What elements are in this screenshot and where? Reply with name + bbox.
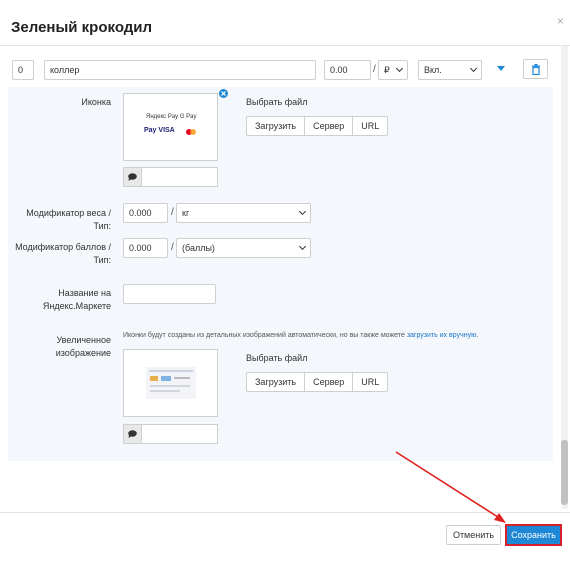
chevron-down-icon bbox=[298, 242, 307, 251]
icon-upload-group: Загрузить Сервер URL bbox=[246, 116, 389, 136]
enlarged-image-label-line: Увеличенное bbox=[56, 335, 111, 345]
status-select[interactable]: Вкл. bbox=[418, 60, 482, 80]
yandex-name-label: Название на Яндекс.Маркете bbox=[10, 287, 111, 313]
icon-alt-input[interactable] bbox=[123, 167, 218, 187]
upload-manually-link[interactable]: загрузить их вручную bbox=[407, 332, 477, 339]
points-modifier-input[interactable]: 0.000 bbox=[123, 238, 168, 258]
points-modifier-label-line: Модификатор баллов / bbox=[15, 242, 111, 252]
choose-file-title: Выбрать файл bbox=[246, 353, 308, 363]
status-value: Вкл. bbox=[424, 65, 442, 75]
yandex-name-label-line: Название на bbox=[58, 288, 111, 298]
url-button[interactable]: URL bbox=[353, 373, 387, 391]
chevron-down-icon bbox=[395, 64, 404, 73]
url-button[interactable]: URL bbox=[353, 117, 387, 135]
caret-down-icon[interactable] bbox=[497, 66, 505, 72]
mastercard-icon bbox=[190, 129, 196, 135]
weight-type-value: кг bbox=[182, 208, 190, 218]
separator: / bbox=[171, 207, 174, 218]
weight-type-select[interactable]: кг bbox=[176, 203, 311, 223]
position-input[interactable]: 0 bbox=[12, 60, 34, 80]
upload-button[interactable]: Загрузить bbox=[247, 117, 306, 135]
image-caption: Pay VISA bbox=[144, 127, 175, 134]
icon-image: Яндекс Pay G Pay Pay VISA bbox=[123, 93, 218, 161]
note-end: . bbox=[476, 332, 479, 339]
comment-icon bbox=[124, 425, 142, 443]
enlarged-image bbox=[123, 349, 218, 417]
image-caption: Яндекс Pay G Pay bbox=[146, 114, 197, 120]
points-modifier-label: Модификатор баллов / Тип: bbox=[10, 241, 111, 267]
comment-icon bbox=[124, 168, 142, 186]
enlarged-upload-group: Загрузить Сервер URL bbox=[246, 372, 389, 392]
points-type-value: (баллы) bbox=[182, 243, 215, 253]
points-modifier-label-line: Тип: bbox=[93, 255, 111, 265]
server-button[interactable]: Сервер bbox=[305, 373, 354, 391]
footer-divider bbox=[0, 512, 570, 513]
weight-modifier-label: Модификатор веса / Тип: bbox=[26, 208, 111, 231]
yandex-name-input[interactable] bbox=[123, 284, 216, 304]
server-button[interactable]: Сервер bbox=[305, 117, 354, 135]
trash-icon bbox=[531, 63, 540, 75]
icon-label: Иконка bbox=[81, 97, 111, 107]
remove-image-icon[interactable] bbox=[219, 89, 228, 98]
enlarged-alt-input[interactable] bbox=[123, 424, 218, 444]
scrollbar-thumb[interactable] bbox=[561, 440, 568, 505]
cancel-button[interactable]: Отменить bbox=[446, 525, 501, 545]
yandex-name-label-line: Яндекс.Маркете bbox=[42, 301, 111, 311]
header-divider bbox=[0, 45, 570, 46]
save-button[interactable]: Сохранить bbox=[505, 524, 562, 546]
points-type-select[interactable]: (баллы) bbox=[176, 238, 311, 258]
enlarged-image-label: Увеличенное изображение bbox=[10, 334, 111, 360]
delete-button[interactable] bbox=[523, 59, 548, 79]
choose-file-title: Выбрать файл bbox=[246, 97, 308, 107]
image-thumbnail bbox=[146, 367, 196, 399]
note-text: Иконки будут созданы из детальных изобра… bbox=[123, 332, 407, 339]
chevron-down-icon bbox=[298, 207, 307, 216]
currency-select[interactable]: ₽ bbox=[378, 60, 408, 80]
price-input[interactable]: 0.00 bbox=[324, 60, 371, 80]
dialog-title: Зеленый крокодил bbox=[11, 19, 153, 36]
currency-value: ₽ bbox=[384, 65, 390, 75]
auto-icons-note: Иконки будут созданы из детальных изобра… bbox=[123, 332, 478, 339]
weight-modifier-input[interactable]: 0.000 bbox=[123, 203, 168, 223]
upload-button[interactable]: Загрузить bbox=[247, 373, 306, 391]
enlarged-image-label-line: изображение bbox=[55, 348, 111, 358]
option-name-input[interactable]: коллер bbox=[44, 60, 316, 80]
option-edit-dialog: Зеленый крокодил × 0 коллер 0.00 / ₽ Вкл… bbox=[0, 0, 570, 570]
option-details-panel bbox=[8, 87, 553, 461]
separator: / bbox=[171, 242, 174, 253]
separator: / bbox=[373, 64, 376, 75]
chevron-down-icon bbox=[469, 64, 478, 73]
close-icon[interactable]: × bbox=[557, 14, 564, 28]
